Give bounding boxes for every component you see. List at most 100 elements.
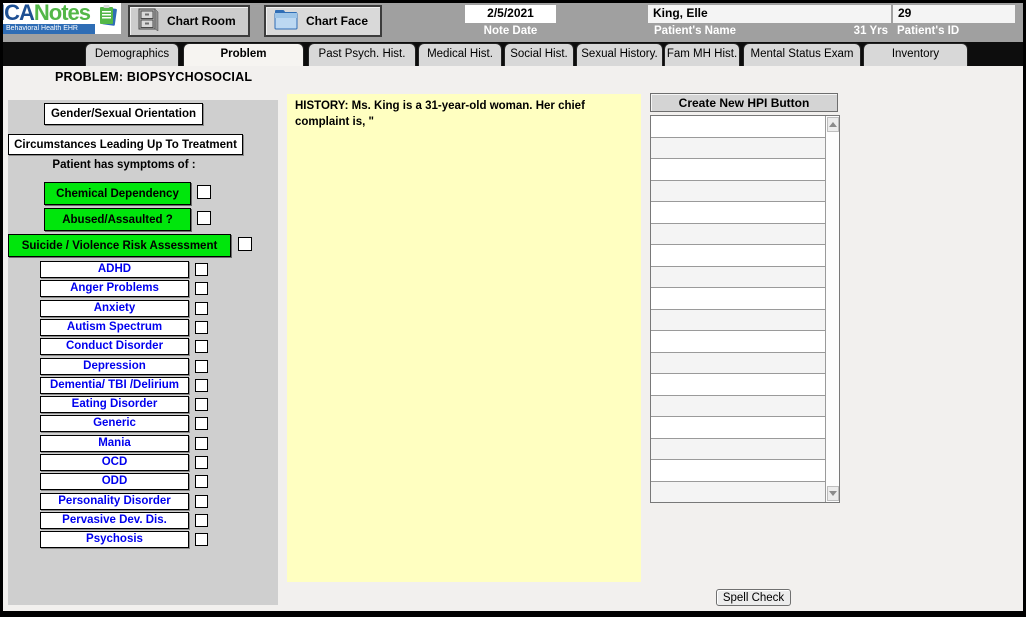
symptom-button-eating-disorder[interactable]: Eating Disorder xyxy=(40,396,189,413)
patient-age: 31 Yrs xyxy=(773,25,888,37)
symptom-button-generic[interactable]: Generic xyxy=(40,415,189,432)
hpi-list-row[interactable] xyxy=(651,202,825,224)
hpi-list-row[interactable] xyxy=(651,396,825,418)
file-cabinet-icon xyxy=(138,8,159,34)
symptom-row: Anger Problems xyxy=(8,280,278,299)
symptom-row: ADHD xyxy=(8,261,278,280)
symptom-checkbox[interactable] xyxy=(195,475,208,488)
scroll-up-icon[interactable] xyxy=(827,117,839,132)
symptom-row: OCD xyxy=(8,454,278,473)
symptom-checkbox[interactable] xyxy=(195,417,208,430)
symptom-button-odd[interactable]: ODD xyxy=(40,473,189,490)
top-bar: ICANotes Behavioral Health EHR xyxy=(3,3,1023,42)
symptom-checkbox[interactable] xyxy=(195,340,208,353)
symptom-checkbox[interactable] xyxy=(195,514,208,527)
logo-text-ica: ICA xyxy=(3,3,34,25)
symptom-button-dementia-tbi-delirium[interactable]: Dementia/ TBI /Delirium xyxy=(40,377,189,394)
content-area: PROBLEM: BIOPSYCHOSOCIAL Gender/Sexual O… xyxy=(3,66,1023,611)
abused-assaulted-checkbox[interactable] xyxy=(197,211,211,225)
chart-room-button[interactable]: Chart Room xyxy=(128,5,250,37)
symptom-button-ocd[interactable]: OCD xyxy=(40,454,189,471)
hpi-list-row[interactable] xyxy=(651,116,825,138)
symptom-row: Mania xyxy=(8,435,278,454)
symptom-button-anger-problems[interactable]: Anger Problems xyxy=(40,280,189,297)
scroll-down-icon[interactable] xyxy=(827,486,839,501)
chemical-dependency-checkbox[interactable] xyxy=(197,185,211,199)
hpi-list-row[interactable] xyxy=(651,310,825,332)
symptom-button-psychosis[interactable]: Psychosis xyxy=(40,531,189,548)
hpi-list-row[interactable] xyxy=(651,482,825,503)
symptom-button-mania[interactable]: Mania xyxy=(40,435,189,452)
tab-social-hist[interactable]: Social Hist. xyxy=(504,43,574,66)
note-date-field[interactable]: 2/5/2021 xyxy=(465,5,556,23)
symptom-checkbox[interactable] xyxy=(195,302,208,315)
chart-face-label: Chart Face xyxy=(306,14,368,28)
symptom-button-autism-spectrum[interactable]: Autism Spectrum xyxy=(40,319,189,336)
gender-sexual-orientation-button[interactable]: Gender/Sexual Orientation xyxy=(44,103,203,125)
symptom-checkbox[interactable] xyxy=(195,495,208,508)
symptom-button-personality-disorder[interactable]: Personality Disorder xyxy=(40,493,189,510)
hpi-list-row[interactable] xyxy=(651,353,825,375)
logo-text: ICANotes xyxy=(3,3,90,26)
symptom-button-pervasive-dev-dis[interactable]: Pervasive Dev. Dis. xyxy=(40,512,189,529)
hpi-list-row[interactable] xyxy=(651,138,825,160)
hpi-list-row[interactable] xyxy=(651,181,825,203)
hpi-list-row[interactable] xyxy=(651,267,825,289)
spell-check-button[interactable]: Spell Check xyxy=(716,589,791,606)
hpi-list-row[interactable] xyxy=(651,374,825,396)
tab-problem[interactable]: Problem xyxy=(183,43,304,66)
hpi-list-row[interactable] xyxy=(651,439,825,461)
symptom-row: Pervasive Dev. Dis. xyxy=(8,512,278,531)
chart-face-button[interactable]: Chart Face xyxy=(264,5,382,37)
sidebar-panel: Gender/Sexual Orientation Circumstances … xyxy=(8,100,278,605)
symptom-row: Psychosis xyxy=(8,531,278,550)
tab-medical-hist[interactable]: Medical Hist. xyxy=(418,43,502,66)
tab-demographics[interactable]: Demographics xyxy=(85,43,179,66)
hpi-list-row[interactable] xyxy=(651,224,825,246)
patient-id-label: Patient's ID xyxy=(897,25,959,37)
symptom-checkbox[interactable] xyxy=(195,533,208,546)
symptom-checkbox[interactable] xyxy=(195,437,208,450)
symptom-checkbox[interactable] xyxy=(195,360,208,373)
logo-text-notes: Notes xyxy=(34,3,90,25)
symptom-row: Depression xyxy=(8,358,278,377)
hpi-list-row[interactable] xyxy=(651,417,825,439)
suicide-violence-risk-button[interactable]: Suicide / Violence Risk Assessment xyxy=(8,234,231,257)
symptom-row: Anxiety xyxy=(8,300,278,319)
symptom-checkbox[interactable] xyxy=(195,321,208,334)
circumstances-leading-to-treatment-button[interactable]: Circumstances Leading Up To Treatment xyxy=(8,134,243,155)
symptom-checkbox[interactable] xyxy=(195,282,208,295)
hpi-list-row[interactable] xyxy=(651,288,825,310)
suicide-violence-risk-checkbox[interactable] xyxy=(238,237,252,251)
hpi-list-row[interactable] xyxy=(651,159,825,181)
chemical-dependency-button[interactable]: Chemical Dependency xyxy=(44,182,191,205)
tab-sexual-history[interactable]: Sexual History. xyxy=(576,43,663,66)
page-title: PROBLEM: BIOPSYCHOSOCIAL xyxy=(55,70,252,84)
history-note-textarea[interactable]: HISTORY: Ms. King is a 31-year-old woman… xyxy=(287,94,641,582)
symptom-button-depression[interactable]: Depression xyxy=(40,358,189,375)
abused-assaulted-button[interactable]: Abused/Assaulted ? xyxy=(44,208,191,231)
create-new-hpi-button[interactable]: Create New HPI Button xyxy=(650,93,838,112)
tab-past-psych-hist[interactable]: Past Psych. Hist. xyxy=(308,43,416,66)
symptom-row: ODD xyxy=(8,473,278,492)
patient-id-field[interactable]: 29 xyxy=(893,5,1015,23)
tab-mental-status-exam[interactable]: Mental Status Exam xyxy=(743,43,861,66)
hpi-scrollbar[interactable] xyxy=(825,116,839,502)
icanotes-logo: ICANotes Behavioral Health EHR xyxy=(3,3,121,34)
symptom-button-adhd[interactable]: ADHD xyxy=(40,261,189,278)
hpi-list-row[interactable] xyxy=(651,331,825,353)
folder-icon xyxy=(274,9,298,33)
symptom-row: Dementia/ TBI /Delirium xyxy=(8,377,278,396)
tab-fam-mh-hist[interactable]: Fam MH Hist. xyxy=(664,43,740,66)
tab-inventory[interactable]: Inventory xyxy=(863,43,968,66)
symptom-checkbox[interactable] xyxy=(195,263,208,276)
symptom-button-anxiety[interactable]: Anxiety xyxy=(40,300,189,317)
symptom-checkbox[interactable] xyxy=(195,379,208,392)
symptom-checkbox[interactable] xyxy=(195,456,208,469)
hpi-list-row[interactable] xyxy=(651,460,825,482)
chart-room-label: Chart Room xyxy=(167,14,236,28)
hpi-list-row[interactable] xyxy=(651,245,825,267)
symptom-checkbox[interactable] xyxy=(195,398,208,411)
symptom-button-conduct-disorder[interactable]: Conduct Disorder xyxy=(40,338,189,355)
patient-name-field[interactable]: King, Elle xyxy=(648,5,891,23)
